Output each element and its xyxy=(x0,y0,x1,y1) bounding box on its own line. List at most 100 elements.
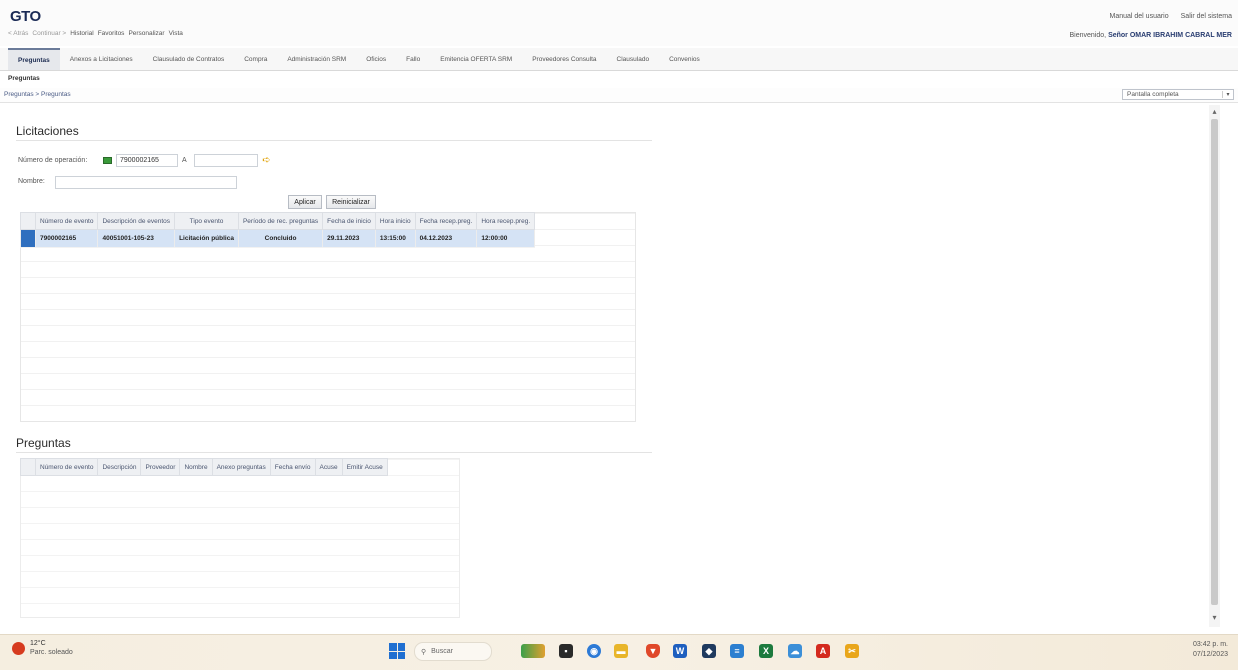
table-cell: 40051001-105-23 xyxy=(97,229,176,248)
welcome-message: Bienvenido, Señor OMAR IBRAHIM CABRAL ME… xyxy=(1070,32,1232,39)
column-header[interactable]: Tipo evento xyxy=(174,212,239,230)
multiple-selection-arrow-icon[interactable]: ➪ xyxy=(261,155,272,166)
column-header[interactable]: Emitir Acuse xyxy=(341,458,388,476)
scroll-up-icon[interactable]: ▴ xyxy=(1209,107,1220,116)
operation-number-from-input[interactable]: 7900002165 xyxy=(116,154,178,167)
row-selector[interactable] xyxy=(20,229,36,248)
snipping-tool-icon[interactable]: ✂ xyxy=(845,644,859,658)
weather-temperature: 12°C xyxy=(30,640,46,647)
table-cell: Licitación pública xyxy=(174,229,239,248)
tab-oficios[interactable]: Oficios xyxy=(356,48,396,70)
welcome-prefix: Bienvenido, xyxy=(1069,32,1107,39)
widgets-icon[interactable] xyxy=(521,644,545,658)
pdf-reader-icon[interactable]: A xyxy=(816,644,830,658)
forward-link[interactable]: Continuar > xyxy=(32,30,66,37)
select-all-cell[interactable] xyxy=(20,212,36,230)
apply-button[interactable]: Aplicar xyxy=(288,195,322,209)
preguntas-grid-background xyxy=(20,458,460,618)
tab-bar: Preguntas Anexos a Licitaciones Clausula… xyxy=(0,48,1238,71)
breadcrumb[interactable]: Preguntas > Preguntas xyxy=(4,91,71,98)
tab-clausulado-contratos[interactable]: Clausulado de Contratos xyxy=(143,48,235,70)
chat-icon[interactable]: ◉ xyxy=(587,644,601,658)
range-to-label: A xyxy=(182,157,187,164)
taskbar-search[interactable]: ⚲ Buscar xyxy=(414,642,492,661)
weather-icon[interactable] xyxy=(12,642,25,655)
operation-number-to-input[interactable] xyxy=(194,154,258,167)
app-icon[interactable]: ◆ xyxy=(702,644,716,658)
table-cell: 12:00:00 xyxy=(476,229,536,248)
favorites-link[interactable]: Favoritos xyxy=(98,30,125,37)
history-link[interactable]: Historial xyxy=(70,30,93,37)
column-header[interactable]: Fecha de inicio xyxy=(322,212,376,230)
chevron-down-icon: ▾ xyxy=(1226,92,1230,98)
preguntas-title: Preguntas xyxy=(16,436,71,450)
column-header[interactable]: Descripción de eventos xyxy=(97,212,176,230)
preguntas-table: Número de evento Descripción Proveedor N… xyxy=(20,458,388,476)
back-link[interactable]: < Atrás xyxy=(8,30,28,37)
os-taskbar: 12°C Parc. soleado ⚲ Buscar ▪ ◉ ▬ ▼ W ◆ … xyxy=(0,634,1238,670)
clock-date[interactable]: 07/12/2023 xyxy=(1193,651,1228,658)
tab-preguntas[interactable]: Preguntas xyxy=(8,48,60,70)
column-header[interactable]: Acuse xyxy=(314,458,343,476)
column-header[interactable]: Fecha envío xyxy=(269,458,316,476)
notes-icon[interactable]: ≡ xyxy=(730,644,744,658)
select-all-cell[interactable] xyxy=(20,458,36,476)
column-header[interactable]: Nombre xyxy=(179,458,213,476)
tab-administracion-srm[interactable]: Administración SRM xyxy=(277,48,356,70)
taskbar-search-placeholder: Buscar xyxy=(431,648,453,655)
table-cell: 7900002165 xyxy=(34,229,99,248)
name-label: Nombre: xyxy=(18,178,45,185)
fullscreen-label: Pantalla completa xyxy=(1123,91,1223,98)
logout-link[interactable]: Salir del sistema xyxy=(1181,13,1232,20)
user-manual-link[interactable]: Manual del usuario xyxy=(1109,13,1168,20)
column-header[interactable]: Anexo preguntas xyxy=(211,458,271,476)
fullscreen-select[interactable]: Pantalla completa ▾ xyxy=(1122,89,1234,100)
scroll-thumb[interactable] xyxy=(1211,119,1218,605)
onedrive-icon[interactable]: ☁ xyxy=(788,644,802,658)
table-header-row: Número de evento Descripción Proveedor N… xyxy=(20,458,388,476)
tab-clausulado[interactable]: Clausulado xyxy=(607,48,660,70)
utility-links: Manual del usuario Salir del sistema xyxy=(1109,13,1232,20)
section-divider xyxy=(16,140,652,141)
excel-icon[interactable]: X xyxy=(759,644,773,658)
tab-proveedores-consulta[interactable]: Proveedores Consulta xyxy=(522,48,606,70)
column-header[interactable]: Proveedor xyxy=(140,458,181,476)
history-nav: < Atrás Continuar > Historial Favoritos … xyxy=(8,30,183,37)
tab-anexos-licitaciones[interactable]: Anexos a Licitaciones xyxy=(60,48,143,70)
scroll-down-icon[interactable]: ▾ xyxy=(1209,613,1220,622)
operation-number-label: Número de operación: xyxy=(18,157,88,164)
task-view-icon[interactable]: ▪ xyxy=(559,644,573,658)
column-header[interactable]: Hora recep.preg. xyxy=(476,212,536,230)
app-header: GTO < Atrás Continuar > Historial Favori… xyxy=(0,0,1238,46)
column-header[interactable]: Número de evento xyxy=(34,458,99,476)
subtab-preguntas[interactable]: Preguntas xyxy=(8,75,40,82)
file-explorer-icon[interactable]: ▬ xyxy=(614,644,628,658)
table-header-row: Número de evento Descripción de eventos … xyxy=(20,212,536,230)
tab-fallo[interactable]: Fallo xyxy=(396,48,430,70)
personalize-link[interactable]: Personalizar xyxy=(128,30,164,37)
name-input[interactable] xyxy=(55,176,237,189)
tab-convenios[interactable]: Convenios xyxy=(659,48,710,70)
table-cell: 04.12.2023 xyxy=(414,229,478,248)
column-header[interactable]: Período de rec. preguntas xyxy=(237,212,324,230)
welcome-user: Señor OMAR IBRAHIM CABRAL MER xyxy=(1108,32,1232,39)
column-header[interactable]: Descripción xyxy=(97,458,142,476)
table-row[interactable]: 7900002165 40051001-105-23 Licitación pú… xyxy=(20,229,536,248)
column-header[interactable]: Fecha recep.preg. xyxy=(414,212,478,230)
word-icon[interactable]: W xyxy=(673,644,687,658)
view-link[interactable]: Vista xyxy=(169,30,183,37)
table-cell: 13:15:00 xyxy=(374,229,416,248)
brave-browser-icon[interactable]: ▼ xyxy=(646,644,660,658)
reset-button[interactable]: Reinicializar xyxy=(326,195,376,209)
vertical-scrollbar[interactable]: ▴ ▾ xyxy=(1209,105,1220,627)
selection-option-icon[interactable] xyxy=(103,157,112,164)
tab-emitencia-oferta[interactable]: Emitencia OFERTA SRM xyxy=(430,48,522,70)
column-header[interactable]: Número de evento xyxy=(34,212,99,230)
search-icon: ⚲ xyxy=(421,648,427,656)
tab-list: Preguntas Anexos a Licitaciones Clausula… xyxy=(8,48,710,70)
table-cell: 29.11.2023 xyxy=(322,229,376,248)
clock-time[interactable]: 03:42 p. m. xyxy=(1193,641,1228,648)
column-header[interactable]: Hora inicio xyxy=(374,212,416,230)
windows-start-icon[interactable] xyxy=(389,643,405,659)
tab-compra[interactable]: Compra xyxy=(234,48,277,70)
